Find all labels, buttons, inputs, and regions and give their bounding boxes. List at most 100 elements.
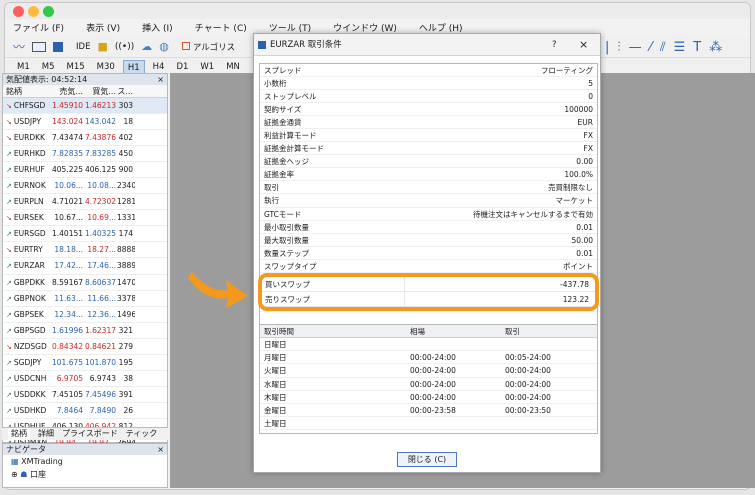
symbol-name: EURSGD	[13, 229, 46, 239]
table-row[interactable]: ↘ EURTRY 18.18... 18.27... 8888	[3, 242, 167, 259]
table-row[interactable]: ↗ SGDJPY 101.675 101.870 195	[3, 355, 167, 371]
table-row[interactable]: ↗ GBPDKK 8.59167 8.60637 1470	[3, 275, 167, 291]
table-row[interactable]: ↗ EURHUF 405.225 406.125 900	[3, 162, 167, 179]
close-button[interactable]: 閉じる (C)	[397, 452, 457, 467]
column-header[interactable]: 買気...	[84, 85, 117, 97]
menu-item[interactable]: 表示 (V)	[86, 21, 120, 34]
menu-item[interactable]: チャート (C)	[195, 21, 247, 34]
spread-cell: 3378	[117, 293, 135, 303]
symbol-name: EURDKK	[13, 133, 45, 143]
spec-row: GTCモード 待機注文はキャンセルするまで有効	[260, 208, 597, 221]
column-header[interactable]: ス...	[117, 85, 135, 97]
fibonacci-icon[interactable]: ☰	[674, 40, 686, 55]
profile-icon[interactable]	[53, 41, 64, 52]
arrow-down-icon: ↘	[6, 214, 12, 223]
symbol-cell: ↗ EURHKD	[3, 146, 52, 161]
spread-cell: 900	[118, 165, 133, 175]
symbol-name: EURTRY	[13, 245, 43, 255]
line-chart-icon[interactable]: 〰	[13, 38, 25, 55]
spec-label: 証拠金通貨	[264, 118, 302, 128]
table-row[interactable]: ↘ EURDKK 7.43474 7.43876 402	[3, 130, 167, 147]
table-row[interactable]: ↗ GBPSEK 12.34... 12.36... 1496	[3, 307, 167, 323]
spec-value: 売買制限なし	[548, 183, 593, 193]
table-row[interactable]: ↗ EURHKD 7.82835 7.83285 450	[3, 146, 167, 163]
bid-cell: 10.67...	[54, 213, 83, 223]
table-row[interactable]: ↗ EURNOK 10.06... 10.08... 2340	[3, 178, 167, 195]
session-row: 火曜日 00:00-24:00 00:00-24:00	[260, 364, 597, 378]
menu-item[interactable]: 挿入 (I)	[142, 21, 173, 34]
market-watch-tab[interactable]: ティック	[126, 428, 158, 440]
table-row[interactable]: ↘ USDJPY 143.024 143.042 18	[3, 114, 167, 131]
spec-row: 契約サイズ 100000	[260, 103, 597, 117]
close-dot[interactable]	[13, 6, 24, 17]
spec-row: 執行 マーケット	[260, 194, 597, 208]
table-row[interactable]: ↗ USDHKD 7.8464 7.8490 26	[3, 403, 167, 419]
navigator-item-broker[interactable]: ▦ XMTrading	[3, 455, 167, 468]
market-watch-rows: ↘ CHFSGD 1.45910 1.46213 303 ↘ USDJPY 143.024 14…	[3, 98, 167, 484]
market-watch-tab[interactable]: 銘柄	[8, 428, 30, 440]
minimize-dot[interactable]	[28, 6, 39, 17]
table-row[interactable]: ↗ USDCNH 6.9705 6.9743 38	[3, 371, 167, 387]
table-row[interactable]: ↗ GBPSGD 1.61996 1.62317 321	[3, 323, 167, 339]
spec-value: フローティング	[540, 66, 593, 75]
ask-cell: 10.69...	[87, 213, 116, 223]
vertical-line-icon[interactable]: |	[605, 40, 609, 55]
table-row[interactable]: ↗ EURZAR 17.42... 17.46... 3889	[3, 258, 167, 275]
globe-icon[interactable]: ◍	[159, 40, 169, 53]
algo-trading-button[interactable]: アルゴリス	[176, 41, 235, 53]
table-row[interactable]: ↗ EURSGD 1.40151 1.40325 174	[3, 226, 167, 243]
spec-value: 0.00	[576, 157, 593, 167]
trendline-icon[interactable]: ⁄	[650, 40, 652, 55]
ide-button[interactable]: IDE	[70, 42, 90, 52]
ask-cell: 7.83285	[84, 149, 116, 159]
symbol-name: CHFSGD	[13, 101, 46, 110]
signal-icon[interactable]: ((•))	[115, 42, 134, 52]
dialog-titlebar: EURZAR 取引条件 ? ×	[254, 34, 600, 56]
bag-icon[interactable]: ■	[97, 40, 107, 53]
arrow-up-icon: ↗	[6, 390, 12, 399]
table-row[interactable]: ↗ EURPLN 4.71021 4.72302 1281	[3, 194, 167, 211]
market-watch-tab[interactable]: プライスボード	[62, 428, 118, 440]
ask-cell: 1.40325	[84, 229, 116, 239]
arrow-down-icon: ↘	[6, 118, 12, 127]
table-row[interactable]: ↗ USDDKK 7.45105 7.45496 391	[3, 387, 167, 403]
chart-template-icon[interactable]	[32, 41, 47, 52]
column-header[interactable]: 銘柄	[3, 85, 52, 97]
expand-icon[interactable]: ⊕	[11, 470, 20, 479]
spec-label: GTCモード	[264, 209, 302, 219]
navigator-item-accounts[interactable]: ⊕ ☗ 口座	[3, 468, 167, 481]
dialog-close-button[interactable]: ×	[579, 34, 588, 56]
symbol-cell: ↗ GBPDKK	[3, 275, 52, 290]
channel-icon[interactable]: ⫽	[660, 40, 666, 55]
bid-cell: 7.8464	[56, 405, 83, 415]
market-watch-title: 気配値表示: 04:52:14 ×	[3, 74, 167, 85]
market-watch-tab[interactable]: 詳細	[38, 428, 54, 440]
navigator-title: ナビゲータ ×	[3, 444, 167, 455]
menu-item[interactable]: ファイル (F)	[13, 21, 64, 34]
shapes-icon[interactable]: ⁂	[709, 40, 722, 55]
symbol-name: SGDJPY	[13, 357, 42, 367]
close-icon[interactable]: ×	[157, 444, 164, 455]
text-icon[interactable]: T	[693, 40, 701, 55]
table-row[interactable]: ↗ GBPNOK 11.63... 11.66... 3378	[3, 291, 167, 307]
market-watch-panel: 気配値表示: 04:52:14 × 銘柄 売気... 買気... ス... ↘ CHFSG…	[2, 73, 168, 484]
horizontal-line-icon[interactable]: —	[629, 40, 642, 55]
close-icon[interactable]: ×	[157, 74, 164, 85]
table-row[interactable]: ↘ CHFSGD 1.45910 1.46213 303	[3, 98, 167, 115]
session-cell: 月曜日	[264, 353, 287, 363]
symbol-cell: ↗ SGDJPY	[3, 355, 52, 370]
table-row[interactable]: ↘ NZDSGD 0.84342 0.84621 279	[3, 339, 167, 355]
symbol-cell: ↗ USDCNH	[3, 371, 52, 386]
table-row[interactable]: ↘ EURSEK 10.67... 10.69... 1331	[3, 210, 167, 227]
spec-row: 証拠金率 100.0%	[260, 168, 597, 182]
cloud-icon[interactable]: ☁	[141, 40, 152, 53]
crosshair-icon[interactable]: ⫶	[617, 40, 620, 55]
zoom-dot[interactable]	[43, 6, 54, 17]
market-watch-title-text: 気配値表示: 04:52:14	[6, 75, 88, 84]
session-cell: 日曜日	[264, 340, 287, 349]
help-button[interactable]: ?	[552, 34, 557, 56]
session-cell: 00:00-24:00	[505, 379, 551, 389]
column-header[interactable]: 売気...	[52, 85, 84, 97]
session-row: 水曜日 00:00-24:00 00:00-24:00	[260, 378, 597, 391]
session-cell: 00:00-24:00	[505, 366, 551, 376]
